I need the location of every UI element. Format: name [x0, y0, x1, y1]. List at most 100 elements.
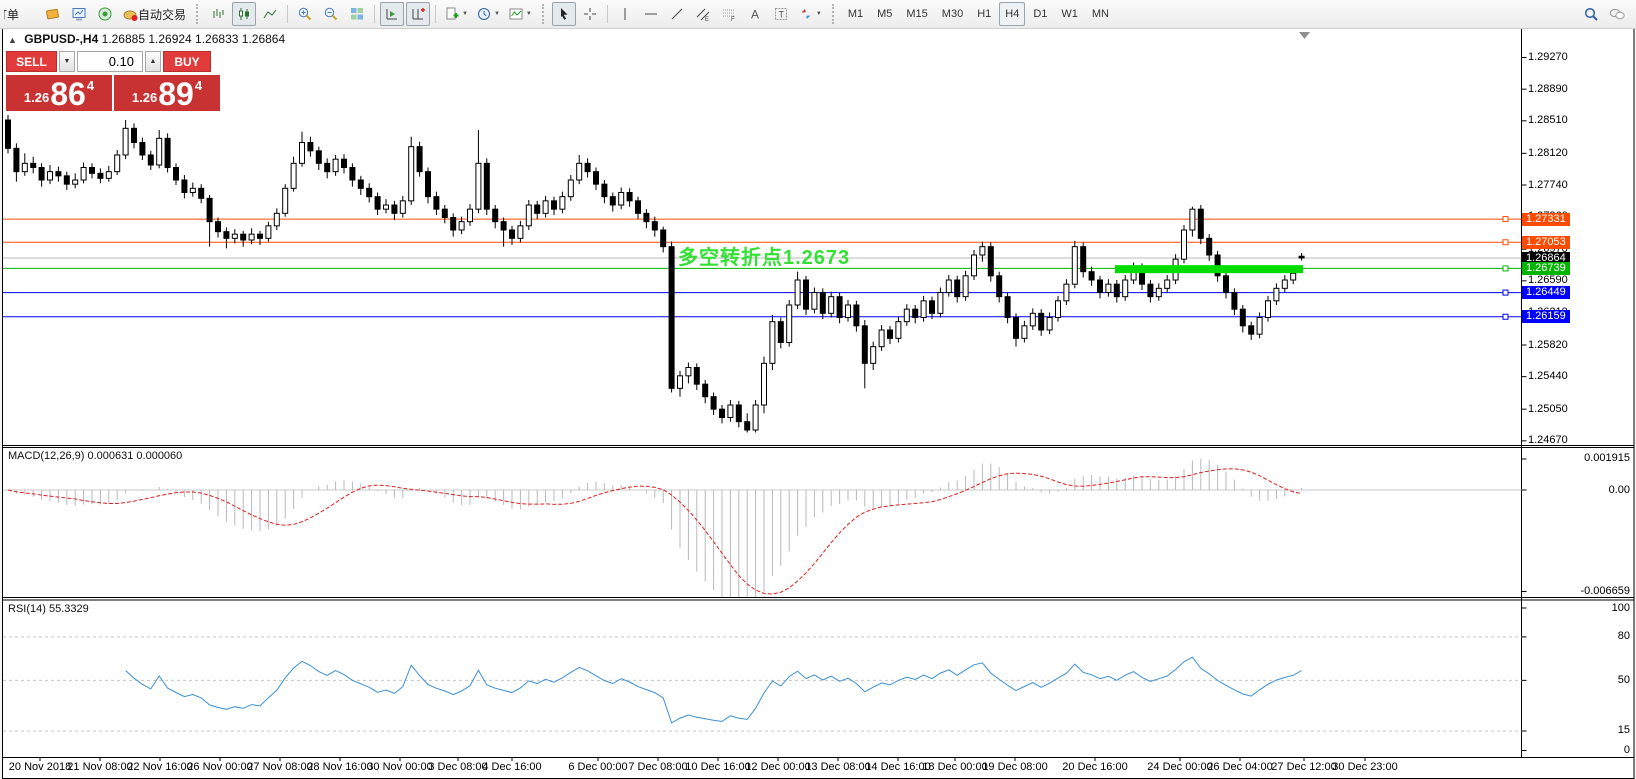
autotrading-button[interactable]: 自动交易 — [119, 2, 189, 26]
time-axis-label: 28 Nov 16:00 — [307, 761, 372, 773]
tile-windows-icon — [349, 6, 365, 22]
buy-price-box[interactable]: 1.26 89 4 — [114, 75, 220, 111]
tf-m1-button[interactable]: M1 — [842, 2, 869, 26]
rsi-scale-label: 15 — [1618, 724, 1630, 736]
auto-scroll-button[interactable] — [380, 2, 404, 26]
title-ohlc-values: 1.26885 1.26924 1.26833 1.26864 — [102, 32, 286, 46]
trendline-button[interactable] — [665, 2, 689, 26]
macd-indicator-label: MACD(12,26,9) 0.000631 0.000060 — [8, 450, 182, 462]
new-order-button[interactable]: 订单 — [1, 2, 39, 26]
time-axis-label: 6 Dec 00:00 — [568, 761, 627, 773]
market-watch-button[interactable] — [41, 2, 65, 26]
chat-button[interactable] — [1605, 2, 1629, 26]
tile-windows-button[interactable] — [345, 2, 369, 26]
macd-scale-label: 0.001915 — [1584, 452, 1630, 464]
zoom-in-icon — [297, 6, 313, 22]
chart-canvas[interactable] — [0, 0, 1636, 779]
highlight-bar[interactable] — [1115, 265, 1303, 273]
zoom-out-icon — [323, 6, 339, 22]
price-tick-label: 1.27740 — [1528, 179, 1568, 191]
horizontal-line-button[interactable] — [639, 2, 663, 26]
volume-increase-button[interactable]: ▲ — [145, 51, 161, 72]
rsi-scale-label: 50 — [1618, 674, 1630, 686]
vertical-line-button[interactable] — [613, 2, 637, 26]
svg-text:T: T — [778, 10, 784, 20]
time-axis-label: 30 Dec 23:00 — [1332, 761, 1397, 773]
time-axis-label: 27 Dec 12:00 — [1271, 761, 1336, 773]
symbol-period-label: GBPUSD-,H4 — [24, 32, 98, 46]
price-line-label: 1.27053 — [1522, 236, 1570, 249]
time-axis-label: 26 Dec 04:00 — [1207, 761, 1272, 773]
toolbar-grip — [832, 4, 837, 24]
new-order-label: 订单 — [4, 6, 19, 23]
search-icon — [1583, 6, 1599, 22]
new-order-dropdown-button[interactable]: ▼ — [441, 2, 471, 26]
fibonacci-button[interactable]: F — [717, 2, 741, 26]
cursor-button[interactable] — [552, 2, 576, 26]
buy-button[interactable]: BUY — [163, 51, 211, 72]
bar-chart-button[interactable] — [206, 2, 230, 26]
sell-button[interactable]: SELL — [6, 51, 57, 72]
chart-title: ▲ GBPUSD-,H4 1.26885 1.26924 1.26833 1.2… — [8, 32, 285, 46]
collapse-panel-icon[interactable]: ▲ — [8, 35, 17, 45]
rsi-scale-label: 80 — [1618, 630, 1630, 642]
tf-m30-button[interactable]: M30 — [936, 2, 969, 26]
time-axis-label: 20 Nov 2018 — [9, 761, 71, 773]
arrows-dropdown-button[interactable]: ▼ — [795, 2, 825, 26]
toolbar: 订单 自动交易 ▼ ▼ ▼ — [0, 0, 1636, 29]
toolbar-separator — [435, 5, 436, 23]
sell-price-box[interactable]: 1.26 86 4 — [6, 75, 112, 111]
period-clock-dropdown-button[interactable]: ▼ — [473, 2, 503, 26]
price-tick-label: 1.26590 — [1528, 274, 1568, 286]
text-a-icon: A — [747, 6, 763, 22]
tf-mn-button[interactable]: MN — [1086, 2, 1115, 26]
candlestick-chart-button[interactable] — [232, 2, 256, 26]
tf-h4-button[interactable]: H4 — [999, 2, 1025, 26]
time-axis-label: 22 Nov 16:00 — [127, 761, 192, 773]
time-axis-label: 19 Dec 08:00 — [982, 761, 1047, 773]
price-tick-label: 1.28120 — [1528, 147, 1568, 159]
time-axis-label: 18 Dec 00:00 — [922, 761, 987, 773]
auto-scroll-icon — [384, 6, 400, 22]
price-tick-label: 1.25050 — [1528, 403, 1568, 415]
time-axis-label: 26 Nov 00:00 — [187, 761, 252, 773]
tf-h1-button[interactable]: H1 — [971, 2, 997, 26]
data-window-button[interactable] — [67, 2, 91, 26]
equidistant-channel-button[interactable]: E — [691, 2, 715, 26]
crosshair-button[interactable] — [578, 2, 602, 26]
svg-text:F: F — [731, 17, 735, 22]
chart-shift-button[interactable] — [406, 2, 430, 26]
price-tick-label: 1.25820 — [1528, 339, 1568, 351]
tf-d1-button[interactable]: D1 — [1027, 2, 1053, 26]
indicators-dropdown-button[interactable]: ▼ — [505, 2, 535, 26]
line-chart-button[interactable] — [258, 2, 282, 26]
zoom-out-button[interactable] — [319, 2, 343, 26]
text-label-icon: T — [773, 6, 789, 22]
bar-chart-icon — [210, 6, 226, 22]
buy-price-big: 89 — [158, 79, 194, 109]
time-axis-label: 20 Dec 16:00 — [1062, 761, 1127, 773]
price-tick-label: 1.28890 — [1528, 83, 1568, 95]
volume-decrease-button[interactable]: ▼ — [59, 51, 75, 72]
navigator-button[interactable] — [93, 2, 117, 26]
chart-annotation-text: 多空转折点1.2673 — [678, 241, 850, 270]
time-axis-label: 24 Dec 00:00 — [1147, 761, 1212, 773]
price-line-label: 1.27331 — [1522, 213, 1570, 226]
fibonacci-icon: F — [721, 6, 737, 22]
rsi-scale-label: 0 — [1624, 744, 1630, 756]
text-button[interactable]: A — [743, 2, 767, 26]
search-button[interactable] — [1579, 2, 1603, 26]
macd-scale-label: -0.006659 — [1580, 585, 1630, 597]
tf-w1-button[interactable]: W1 — [1055, 2, 1084, 26]
one-click-trading-panel: SELL ▼ ▲ BUY 1.26 86 4 1.26 89 4 — [6, 51, 222, 111]
rsi-indicator-label: RSI(14) 55.3329 — [8, 603, 89, 615]
tf-m15-button[interactable]: M15 — [900, 2, 933, 26]
buy-price-sup: 4 — [195, 78, 202, 93]
price-tick-label: 1.25440 — [1528, 370, 1568, 382]
tf-m5-button[interactable]: M5 — [871, 2, 898, 26]
buy-price-prefix: 1.26 — [132, 90, 157, 105]
volume-input[interactable] — [77, 51, 143, 72]
text-label-button[interactable]: T — [769, 2, 793, 26]
toolbar-separator — [374, 5, 375, 23]
zoom-in-button[interactable] — [293, 2, 317, 26]
